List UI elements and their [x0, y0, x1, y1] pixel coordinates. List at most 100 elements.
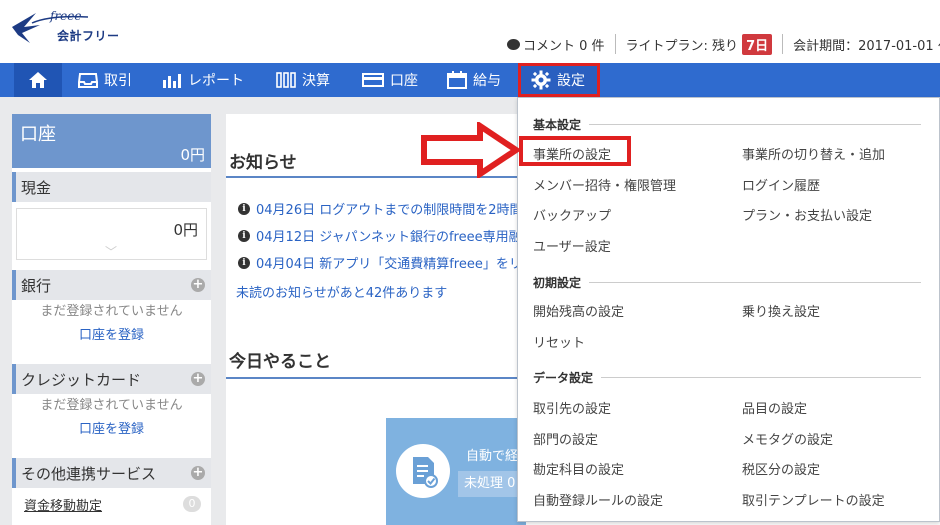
- chevron-down-icon[interactable]: ﹀: [105, 243, 117, 260]
- fund-transfer-label[interactable]: 資金移動勘定: [24, 495, 102, 514]
- menu-switch-office[interactable]: 事業所の切り替え・追加: [742, 144, 885, 163]
- cash-header: 現金: [12, 172, 211, 202]
- home-icon: [29, 72, 47, 88]
- plan-label[interactable]: ライトプラン: 残り: [626, 35, 739, 54]
- news-item[interactable]: i 04月04日 新アプリ「交通費精算freee」をリリ: [238, 253, 535, 272]
- heading-label: データ設定: [533, 371, 594, 385]
- menu-items[interactable]: 品目の設定: [742, 398, 807, 417]
- cash-box[interactable]: 0円 ﹀: [16, 208, 207, 260]
- nav-item-closing[interactable]: 決算: [276, 63, 330, 97]
- plan-days-badge[interactable]: 7日: [742, 33, 773, 55]
- register-bank-link[interactable]: 口座を登録: [12, 324, 211, 348]
- card-title: クレジットカード: [21, 370, 142, 389]
- menu-member-invite[interactable]: メンバー招待・権限管理: [533, 175, 676, 194]
- nav-label: レポート: [188, 73, 244, 89]
- bank-header: 銀行 +: [12, 270, 211, 300]
- menu-reset[interactable]: リセット: [533, 332, 585, 351]
- highlight-box: [519, 136, 631, 166]
- nav-item-payroll[interactable]: 給与: [447, 63, 501, 97]
- comment-count[interactable]: コメント 0 件: [523, 35, 605, 54]
- news-text[interactable]: 04月04日 新アプリ「交通費精算freee」をリリ: [256, 253, 535, 272]
- cash-value: 0円: [173, 221, 198, 239]
- add-card-icon[interactable]: +: [191, 372, 205, 386]
- menu-auto-rules[interactable]: 自動登録ルールの設定: [533, 490, 663, 509]
- initial-settings-heading: 初期設定: [533, 274, 921, 291]
- comment-icon: [507, 38, 520, 50]
- other-services-title: その他連携サービス: [21, 464, 157, 483]
- nav-label: 取引: [104, 73, 132, 89]
- nav-item-transactions[interactable]: 取引: [78, 63, 132, 97]
- top-status-bar: コメント 0 件 ライトプラン: 残り 7日 会計期間：2017-01-01 ～…: [507, 33, 940, 55]
- main-nav: 取引 レポート 決算 口座 給与 設定: [0, 63, 940, 97]
- sidebar: 口座 0円 現金 0円 ﹀ 銀行 + まだ登録されていません 口座を登録 クレジ…: [12, 114, 211, 525]
- info-icon: i: [238, 256, 250, 269]
- add-bank-icon[interactable]: +: [191, 278, 205, 292]
- heading-label: 初期設定: [533, 276, 582, 290]
- card-icon: [362, 73, 384, 87]
- bank-title: 銀行: [21, 276, 52, 295]
- news-text[interactable]: 04月12日 ジャパンネット銀行のfreee専用融資: [256, 226, 535, 245]
- divider: [782, 34, 784, 54]
- info-icon: i: [238, 229, 250, 242]
- news-title: お知らせ: [229, 153, 297, 173]
- logo-brand: freee: [50, 9, 82, 23]
- document-check-icon: [413, 457, 438, 488]
- menu-plan-payment[interactable]: プラン・お支払い設定: [742, 205, 872, 224]
- nav-label: 決算: [302, 73, 330, 89]
- menu-user-settings[interactable]: ユーザー設定: [533, 236, 611, 255]
- calendar-icon: [447, 71, 467, 89]
- nav-item-settings[interactable]: 設定: [518, 63, 600, 97]
- auto-process-card[interactable]: 自動で経 未処理 0: [386, 418, 526, 525]
- fund-count-badge: 0: [183, 496, 201, 512]
- menu-opening-balance[interactable]: 開始残高の設定: [533, 301, 624, 320]
- fiscal-period[interactable]: 会計期間：2017-01-01 ～ 2: [793, 35, 940, 54]
- nav-home[interactable]: [14, 63, 62, 97]
- menu-templates[interactable]: 取引テンプレートの設定: [742, 490, 885, 509]
- logo-text: 会計フリー: [57, 29, 120, 43]
- menu-login-history[interactable]: ログイン履歴: [742, 175, 820, 194]
- nav-label: 給与: [473, 73, 501, 89]
- menu-tax-categories[interactable]: 税区分の設定: [742, 459, 820, 478]
- todo-title: 今日やること: [229, 352, 331, 372]
- add-service-icon[interactable]: +: [191, 466, 205, 480]
- menu-account-items[interactable]: 勘定科目の設定: [533, 459, 624, 478]
- menu-departments[interactable]: 部門の設定: [533, 429, 598, 448]
- accounts-title: 口座: [20, 124, 56, 145]
- cash-title: 現金: [21, 178, 52, 197]
- news-text[interactable]: 04月26日 ログアウトまでの制限時間を2時間: [256, 199, 523, 218]
- books-icon: [276, 72, 296, 88]
- nav-label: 口座: [390, 73, 418, 89]
- divider: [226, 377, 526, 379]
- heading-label: 基本設定: [533, 118, 582, 132]
- card-header: クレジットカード +: [12, 364, 211, 394]
- news-item[interactable]: i 04月26日 ログアウトまでの制限時間を2時間: [238, 199, 523, 218]
- card-empty: まだ登録されていません: [40, 398, 183, 413]
- register-card-link[interactable]: 口座を登録: [12, 418, 211, 442]
- menu-migration[interactable]: 乗り換え設定: [742, 301, 820, 320]
- unprocessed-button[interactable]: 未処理 0: [458, 471, 518, 497]
- gear-icon: [531, 70, 551, 90]
- nav-label: 設定: [557, 73, 585, 89]
- chart-icon: [163, 74, 181, 88]
- nav-item-accounts[interactable]: 口座: [362, 63, 418, 97]
- menu-backup[interactable]: バックアップ: [533, 205, 611, 224]
- menu-memo-tags[interactable]: メモタグの設定: [742, 429, 833, 448]
- red-arrow-icon: [421, 122, 520, 178]
- accounts-header[interactable]: 口座 0円: [12, 114, 211, 168]
- accounts-total: 0円: [180, 146, 205, 164]
- fund-transfer-row[interactable]: 資金移動勘定 0: [12, 488, 211, 520]
- menu-partners[interactable]: 取引先の設定: [533, 398, 611, 417]
- other-services-header: その他連携サービス +: [12, 458, 211, 488]
- nav-item-reports[interactable]: レポート: [162, 63, 244, 97]
- bank-empty: まだ登録されていません: [40, 304, 183, 319]
- auto-card-circle: [396, 444, 450, 498]
- news-item[interactable]: i 04月12日 ジャパンネット銀行のfreee専用融資: [238, 226, 535, 245]
- auto-process-text: 自動で経: [466, 449, 519, 464]
- info-icon: i: [238, 202, 250, 215]
- divider: [614, 34, 616, 54]
- unread-news-link[interactable]: 未読のお知らせがあと42件あります: [236, 282, 447, 301]
- header: freee 会計フリー コメント 0 件 ライトプラン: 残り 7日 会計期間：…: [0, 0, 940, 63]
- data-settings-heading: データ設定: [533, 369, 921, 386]
- inbox-icon: [78, 73, 98, 88]
- basic-settings-heading: 基本設定: [533, 116, 921, 133]
